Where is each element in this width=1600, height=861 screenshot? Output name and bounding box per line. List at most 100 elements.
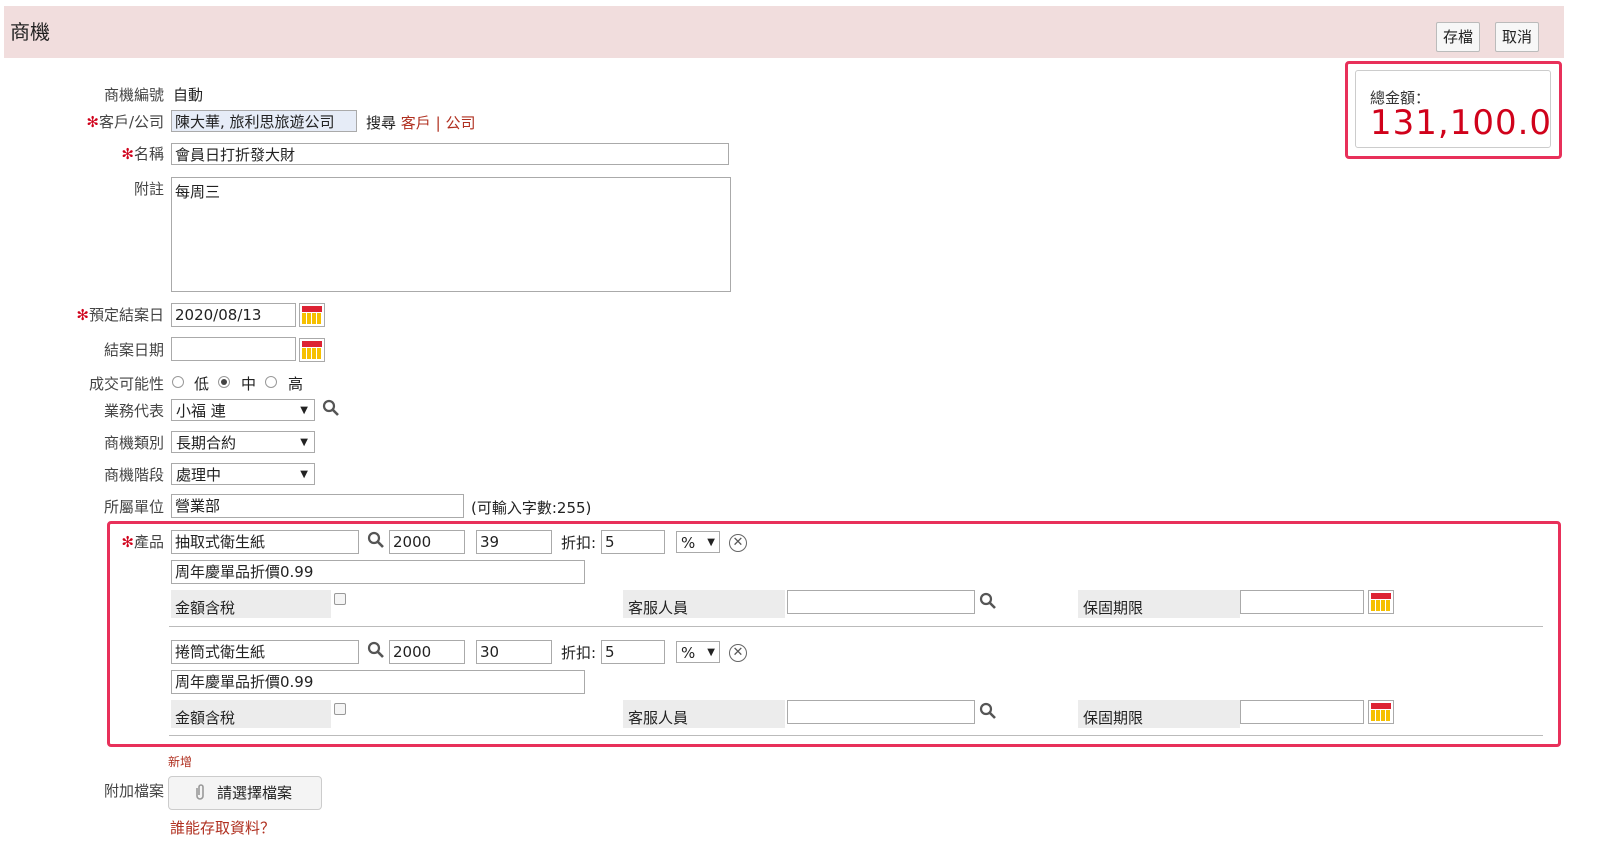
tax-checkbox[interactable] (334, 703, 346, 715)
customer-label-text: 客戶/公司 (98, 113, 164, 131)
stage-value: 處理中 (176, 466, 222, 484)
discount-field[interactable]: 5 (601, 640, 665, 664)
category-value: 長期合約 (176, 434, 237, 452)
name-label-text: 名稱 (133, 145, 164, 163)
sales-rep-value: 小福 連 (176, 402, 226, 420)
opportunity-no-value: 自動 (173, 86, 204, 104)
page-header: 商機 (4, 6, 1564, 58)
search-icon[interactable] (979, 702, 997, 720)
discount-unit-select[interactable]: % ▼ (676, 531, 720, 553)
cancel-button[interactable]: 取消 (1495, 22, 1540, 52)
warranty-label: 保固期限 (1083, 709, 1144, 727)
discount-label: 折扣: (561, 534, 597, 552)
chevron-down-icon: ▼ (300, 437, 308, 448)
discount-label: 折扣: (561, 644, 597, 662)
service-field[interactable] (787, 590, 975, 614)
remove-product-icon[interactable]: ✕ (729, 644, 747, 662)
sales-rep-label: 業務代表 (103, 402, 164, 420)
close-date-field[interactable] (171, 337, 296, 361)
service-label: 客服人員 (628, 599, 689, 617)
probability-option-mid: 中 (241, 375, 257, 393)
required-mark: ✻ (121, 533, 134, 551)
discount-unit-value: % (681, 534, 696, 552)
product-name-field[interactable]: 抽取式衛生紙 (171, 530, 359, 554)
probability-radio-mid[interactable] (218, 376, 230, 388)
category-select[interactable]: 長期合約 ▼ (171, 431, 315, 453)
search-icon[interactable] (979, 592, 997, 610)
discount-unit-select[interactable]: % ▼ (676, 641, 720, 663)
calendar-icon[interactable] (1368, 590, 1394, 614)
product-name-field[interactable]: 捲筒式衛生紙 (171, 640, 359, 664)
required-mark: ✻ (86, 113, 99, 131)
expected-close-label: ✻預定結案日 (76, 304, 164, 325)
expected-close-label-text: 預定結案日 (88, 306, 164, 324)
chevron-down-icon: ▼ (300, 469, 308, 480)
search-icon[interactable] (367, 531, 385, 549)
total-amount-box: 總金額： 131,100.0 (1355, 70, 1551, 148)
note-textarea[interactable]: 每周三 (171, 177, 731, 292)
add-product-link[interactable]: 新增 (168, 753, 192, 770)
name-label: ✻名稱 (121, 143, 164, 164)
total-value: 131,100.0 (1370, 103, 1553, 143)
unit-field[interactable]: 營業部 (171, 494, 464, 518)
expected-close-field[interactable]: 2020/08/13 (171, 303, 296, 327)
company-link[interactable]: 公司 (445, 114, 475, 132)
probability-radio-low[interactable] (172, 376, 184, 388)
tax-label: 金額含稅 (175, 599, 236, 617)
service-field[interactable] (787, 700, 975, 724)
product-price-field[interactable]: 2000 (389, 530, 465, 554)
page-title: 商機 (10, 20, 50, 44)
choose-file-button[interactable]: 請選擇檔案 (168, 776, 322, 810)
search-icon[interactable] (322, 399, 340, 417)
customer-link[interactable]: 客戶 (401, 114, 431, 132)
choose-file-label: 請選擇檔案 (217, 784, 293, 802)
chevron-down-icon: ▼ (707, 647, 715, 658)
divider (169, 735, 1543, 736)
chevron-down-icon: ▼ (707, 537, 715, 548)
probability-label: 成交可能性 (88, 375, 164, 393)
probability-option-low: 低 (194, 375, 210, 393)
paperclip-icon (196, 784, 204, 800)
note-label: 附註 (133, 180, 164, 198)
discount-field[interactable]: 5 (601, 530, 665, 554)
probability-radio-high[interactable] (265, 376, 277, 388)
stage-select[interactable]: 處理中 ▼ (171, 463, 315, 485)
unit-hint: (可輸入字數:255) (471, 499, 592, 517)
probability-option-high: 高 (288, 375, 304, 393)
stage-label: 商機階段 (103, 466, 164, 484)
search-label: 搜尋 (366, 114, 397, 132)
opportunity-no-label: 商機編號 (103, 86, 164, 104)
warranty-field[interactable] (1240, 700, 1364, 724)
remove-product-icon[interactable]: ✕ (729, 534, 747, 552)
link-separator: | (435, 114, 441, 132)
service-label: 客服人員 (628, 709, 689, 727)
product-price-field[interactable]: 2000 (389, 640, 465, 664)
attachment-label: 附加檔案 (103, 782, 164, 800)
required-mark: ✻ (76, 306, 89, 324)
products-label-text: 產品 (133, 533, 164, 551)
products-label: ✻產品 (121, 531, 164, 552)
name-field[interactable]: 會員日打折發大財 (171, 143, 729, 165)
close-date-label: 結案日期 (103, 341, 164, 359)
discount-unit-value: % (681, 644, 696, 662)
warranty-label: 保固期限 (1083, 599, 1144, 617)
product-desc-field[interactable]: 周年慶單品折價0.99 (171, 560, 585, 584)
sales-rep-select[interactable]: 小福 連 ▼ (171, 399, 315, 421)
save-button[interactable]: 存檔 (1436, 22, 1481, 52)
unit-label: 所屬單位 (103, 498, 164, 516)
tax-label: 金額含稅 (175, 709, 236, 727)
product-desc-field[interactable]: 周年慶單品折價0.99 (171, 670, 585, 694)
product-qty-field[interactable]: 30 (476, 640, 552, 664)
calendar-icon[interactable] (299, 303, 325, 327)
access-link[interactable]: 誰能存取資料？ (170, 817, 275, 838)
customer-label: ✻客戶/公司 (86, 111, 164, 132)
warranty-field[interactable] (1240, 590, 1364, 614)
search-icon[interactable] (367, 641, 385, 659)
calendar-icon[interactable] (1368, 700, 1394, 724)
customer-search-text: 搜尋 客戶 | 公司 (366, 112, 475, 133)
product-qty-field[interactable]: 39 (476, 530, 552, 554)
required-mark: ✻ (121, 145, 134, 163)
calendar-icon[interactable] (299, 338, 325, 362)
customer-field[interactable]: 陳大華, 旅利思旅遊公司 (171, 110, 357, 132)
tax-checkbox[interactable] (334, 593, 346, 605)
